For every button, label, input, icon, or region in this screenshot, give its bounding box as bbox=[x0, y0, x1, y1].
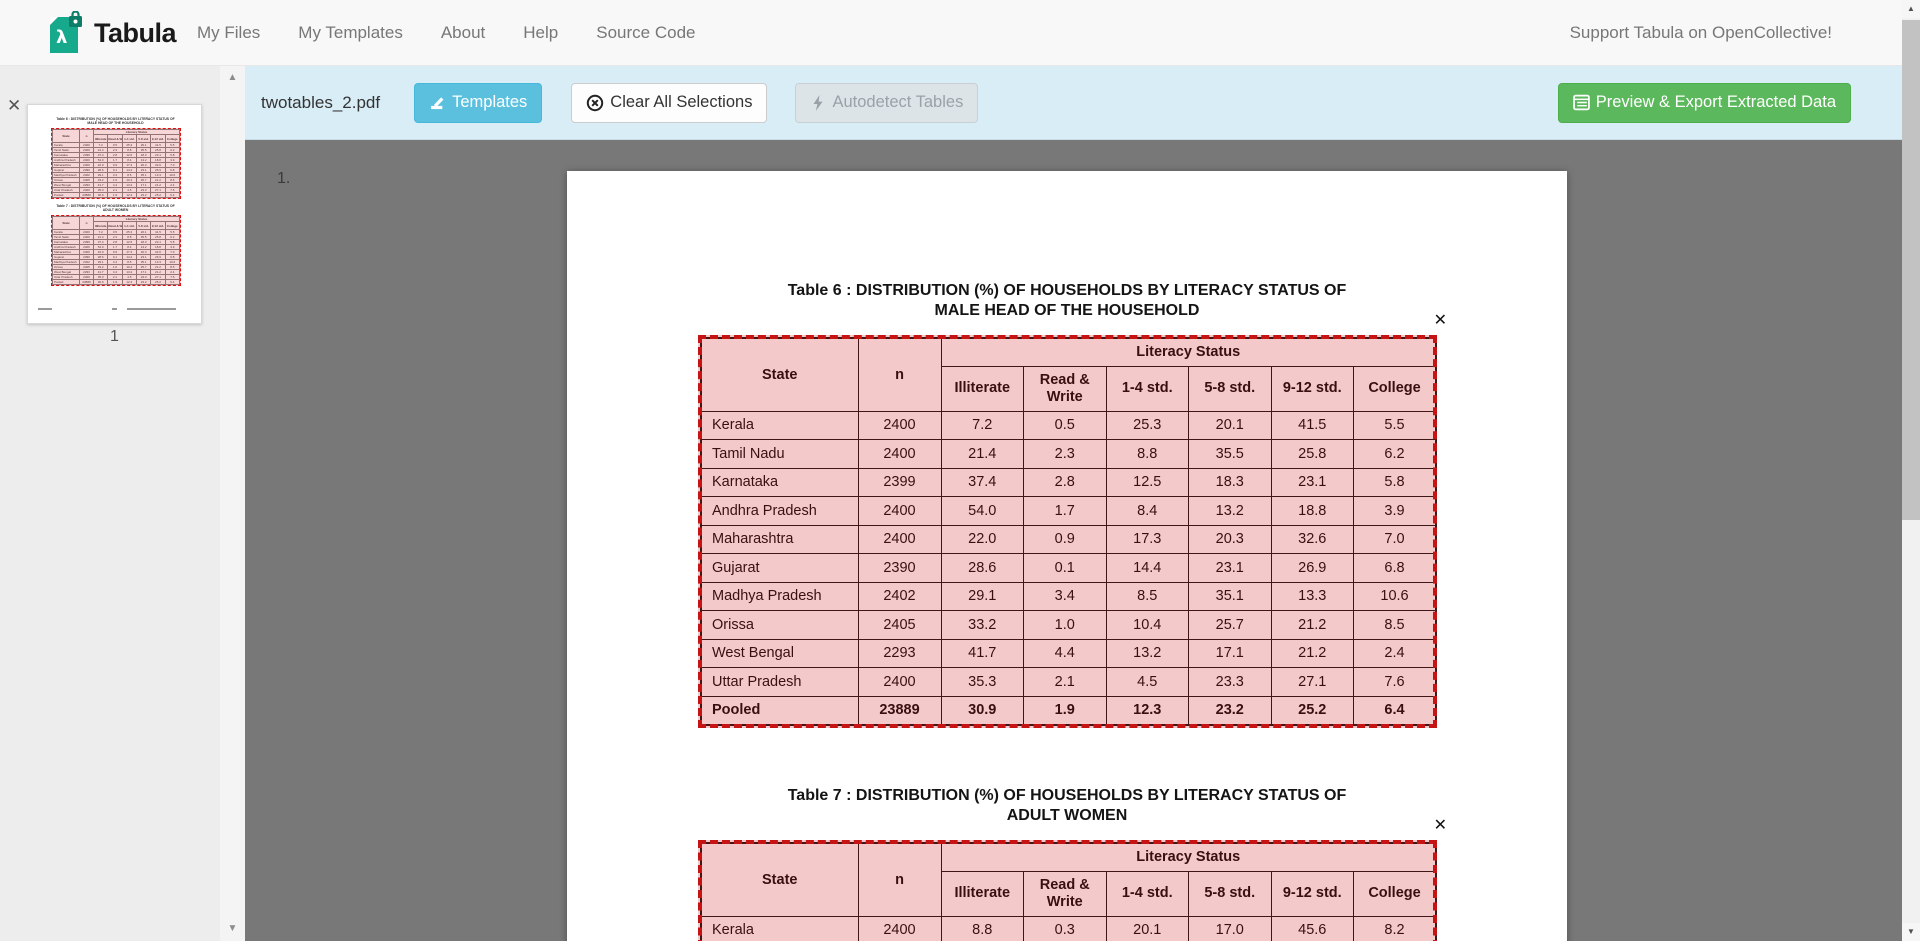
tabula-logo-icon: λ bbox=[46, 11, 84, 55]
thumb-table6-title: Table 6 : DISTRIBUTION (%) OF HOUSEHOLDS… bbox=[42, 117, 189, 125]
export-button-label: Preview & Export Extracted Data bbox=[1596, 93, 1836, 112]
table-cell: 23889 bbox=[80, 280, 94, 285]
table-cell: Pooled bbox=[53, 280, 80, 285]
column-header: 9-12 std. bbox=[151, 135, 165, 143]
thumb-footer-source bbox=[127, 308, 176, 310]
remove-page-icon[interactable]: ✕ bbox=[7, 97, 21, 114]
table6-title: Table 6 : DISTRIBUTION (%) OF HOUSEHOLDS… bbox=[567, 281, 1567, 320]
page-marker: 1. bbox=[277, 170, 290, 188]
table7-region: State n Literacy Status IlliterateRead &… bbox=[700, 842, 1435, 941]
column-header: 1-4 std. bbox=[122, 135, 136, 143]
document-toolbar: twotables_2.pdf Templates Clear All Sele… bbox=[245, 66, 1920, 140]
brand[interactable]: λ Tabula bbox=[46, 11, 176, 55]
clear-all-selections-button[interactable]: Clear All Selections bbox=[571, 83, 767, 123]
thumb-table6: State n Literacy Status IlliterateRead &… bbox=[52, 129, 180, 198]
remove-selection-1-button[interactable]: ✕ bbox=[1434, 313, 1447, 329]
templates-button-label: Templates bbox=[452, 93, 527, 112]
table-cell: Andhra Pradesh bbox=[53, 158, 80, 163]
pdf-page[interactable]: Table 6 : DISTRIBUTION (%) OF HOUSEHOLDS… bbox=[567, 171, 1567, 941]
table-cell: 1.9 bbox=[108, 280, 122, 285]
column-header: College bbox=[165, 135, 179, 143]
table-row: Uttar Pradesh240035.32.14.523.327.17.6 bbox=[53, 275, 180, 280]
column-header: College bbox=[165, 222, 179, 230]
sidebar-scroll-down-icon[interactable]: ▼ bbox=[220, 923, 245, 935]
scroll-down-icon[interactable]: ▼ bbox=[1902, 923, 1920, 941]
nav-item-source-code[interactable]: Source Code bbox=[577, 0, 714, 66]
clear-button-label: Clear All Selections bbox=[610, 93, 752, 112]
table-cell: 25.2 bbox=[151, 193, 165, 198]
templates-button[interactable]: Templates bbox=[414, 83, 542, 123]
column-header: 5-8 std. bbox=[136, 222, 150, 230]
thumb-table7: State n Literacy Status IlliterateRead &… bbox=[52, 216, 180, 285]
nav-item-help[interactable]: Help bbox=[504, 0, 577, 66]
thumbnail-sidebar: ✕ Table 6 : DISTRIBUTION (%) OF HOUSEHOL… bbox=[0, 66, 245, 941]
thumb-footer-text bbox=[38, 308, 52, 310]
top-navbar: λ Tabula My Files My Templates About Hel… bbox=[0, 0, 1920, 66]
sidebar-scrollbar[interactable]: ▲ ▼ bbox=[220, 66, 245, 941]
column-header: Read & Write bbox=[108, 222, 122, 230]
list-table-icon bbox=[1573, 94, 1590, 111]
table-cell: 12.3 bbox=[122, 280, 136, 285]
table-row: Madhya Pradesh240229.13.48.535.113.310.6 bbox=[53, 260, 180, 265]
template-save-icon bbox=[429, 94, 446, 111]
table-row: Uttar Pradesh240035.32.14.523.327.17.6 bbox=[53, 188, 180, 193]
main-scrollbar[interactable]: ▲ ▼ bbox=[1902, 0, 1920, 941]
table-row: Andhra Pradesh240054.01.78.413.218.83.9 bbox=[53, 245, 180, 250]
table-cell: 6.4 bbox=[165, 280, 179, 285]
sidebar-scroll-up-icon[interactable]: ▲ bbox=[220, 72, 245, 84]
table-row: Pooled2388930.91.912.323.225.26.4 bbox=[53, 193, 180, 198]
autodetect-button-label: Autodetect Tables bbox=[832, 93, 963, 112]
table6-region: State n Literacy Status IlliterateRead &… bbox=[700, 337, 1435, 726]
table-cell: Madhya Pradesh bbox=[53, 173, 80, 178]
svg-text:λ: λ bbox=[56, 27, 67, 48]
column-header: Illiterate bbox=[94, 135, 108, 143]
table7-title: Table 7 : DISTRIBUTION (%) OF HOUSEHOLDS… bbox=[567, 786, 1567, 825]
page-thumbnail[interactable]: Table 6 : DISTRIBUTION (%) OF HOUSEHOLDS… bbox=[27, 104, 202, 324]
lightning-bolt-icon bbox=[810, 94, 826, 112]
table-cell: 25.2 bbox=[151, 280, 165, 285]
column-header: 5-8 std. bbox=[136, 135, 150, 143]
pdf-viewer: 1. Table 6 : DISTRIBUTION (%) OF HOUSEHO… bbox=[245, 140, 1902, 941]
column-header: 9-12 std. bbox=[151, 222, 165, 230]
table-cell: 30.9 bbox=[94, 280, 108, 285]
scroll-up-icon[interactable]: ▲ bbox=[1902, 0, 1920, 18]
table-selection-2[interactable] bbox=[698, 840, 1437, 941]
table-cell: 30.9 bbox=[94, 193, 108, 198]
table-row: Madhya Pradesh240229.13.48.535.113.310.6 bbox=[53, 173, 180, 178]
scrollbar-thumb[interactable] bbox=[1902, 20, 1920, 520]
support-link[interactable]: Support Tabula on OpenCollective! bbox=[1570, 0, 1832, 66]
nav-item-about[interactable]: About bbox=[422, 0, 504, 66]
table-cell: Andhra Pradesh bbox=[53, 245, 80, 250]
brand-title: Tabula bbox=[94, 18, 176, 49]
nav-item-my-files[interactable]: My Files bbox=[178, 0, 279, 66]
table-row: Andhra Pradesh240054.01.78.413.218.83.9 bbox=[53, 158, 180, 163]
table-cell: 23.2 bbox=[136, 193, 150, 198]
table-cell: 1.9 bbox=[108, 193, 122, 198]
table-cell: Pooled bbox=[53, 193, 80, 198]
column-header: Read & Write bbox=[108, 135, 122, 143]
table-row: Pooled2388930.91.912.323.225.26.4 bbox=[53, 280, 180, 285]
column-header: Illiterate bbox=[94, 222, 108, 230]
remove-selection-2-button[interactable]: ✕ bbox=[1434, 818, 1447, 834]
table-cell: Madhya Pradesh bbox=[53, 260, 80, 265]
table-selection-1[interactable] bbox=[698, 335, 1437, 728]
thumb-footer-pagenum bbox=[112, 308, 117, 310]
thumbnail-page-number: 1 bbox=[27, 328, 202, 346]
table-cell: 23889 bbox=[80, 193, 94, 198]
nav-links: My Files My Templates About Help Source … bbox=[178, 0, 714, 66]
column-header: 1-4 std. bbox=[122, 222, 136, 230]
filename-label: twotables_2.pdf bbox=[261, 93, 380, 113]
nav-item-my-templates[interactable]: My Templates bbox=[279, 0, 422, 66]
thumb-table7-title: Table 7 : DISTRIBUTION (%) OF HOUSEHOLDS… bbox=[42, 204, 189, 212]
table-cell: 6.4 bbox=[165, 193, 179, 198]
table-cell: 23.2 bbox=[136, 280, 150, 285]
table-cell: 12.3 bbox=[122, 193, 136, 198]
remove-circle-icon bbox=[586, 94, 604, 112]
preview-export-button[interactable]: Preview & Export Extracted Data bbox=[1558, 83, 1851, 123]
autodetect-tables-button: Autodetect Tables bbox=[795, 83, 978, 123]
